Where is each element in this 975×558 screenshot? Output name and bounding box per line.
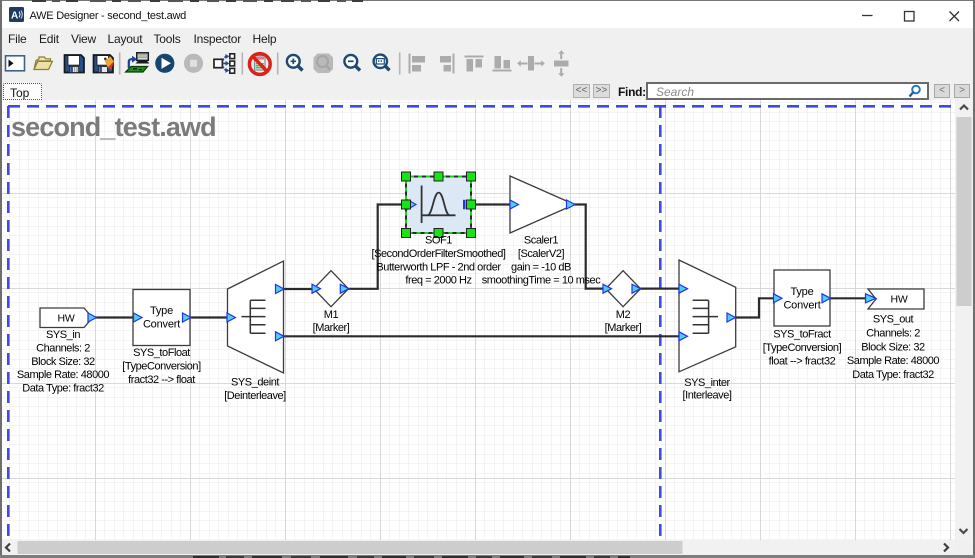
svg-text:gain = -10 dB: gain = -10 dB xyxy=(511,261,571,273)
svg-text:Scaler1: Scaler1 xyxy=(524,235,558,247)
svg-text:float --> fract32: float --> fract32 xyxy=(769,355,836,367)
svg-text:Convert: Convert xyxy=(143,319,180,331)
svg-text:freq = 2000 Hz: freq = 2000 Hz xyxy=(405,275,471,287)
svg-text:SYS_deint: SYS_deint xyxy=(231,377,279,389)
svg-text:SYS_toFloat: SYS_toFloat xyxy=(133,347,190,359)
svg-text:second_test.awd: second_test.awd xyxy=(11,112,216,142)
svg-text:[SecondOrderFilterSmoothed]: [SecondOrderFilterSmoothed] xyxy=(372,248,506,260)
svg-text:Convert: Convert xyxy=(783,300,820,312)
svg-text:SOF1: SOF1 xyxy=(425,235,452,247)
svg-text:SYS_toFract: SYS_toFract xyxy=(773,329,831,341)
svg-text:Sample Rate: 48000: Sample Rate: 48000 xyxy=(17,369,110,381)
svg-text:[Deinterleave]: [Deinterleave] xyxy=(224,390,286,402)
svg-text:Type: Type xyxy=(150,305,173,317)
svg-text:M2: M2 xyxy=(616,309,631,321)
svg-text:smoothingTime = 10 msec: smoothingTime = 10 msec xyxy=(482,275,601,287)
svg-text:[Marker]: [Marker] xyxy=(605,322,642,334)
svg-text:SYS_inter: SYS_inter xyxy=(684,377,730,389)
svg-text:[ScalerV2]: [ScalerV2] xyxy=(518,248,565,260)
svg-text:HW: HW xyxy=(890,294,907,306)
svg-text:SYS_in: SYS_in xyxy=(46,329,80,341)
svg-text:Block Size: 32: Block Size: 32 xyxy=(861,341,925,353)
svg-text:Data Type: fract32: Data Type: fract32 xyxy=(852,369,934,381)
svg-text:Block Size: 32: Block Size: 32 xyxy=(31,356,95,368)
svg-text:Channels: 2: Channels: 2 xyxy=(36,342,90,354)
svg-text:Butterworth LPF - 2nd order: Butterworth LPF - 2nd order xyxy=(376,261,501,273)
svg-text:HW: HW xyxy=(57,313,74,325)
svg-text:Data Type: fract32: Data Type: fract32 xyxy=(22,383,104,395)
svg-text:[TypeConversion]: [TypeConversion] xyxy=(763,342,842,354)
svg-text:[Interleave]: [Interleave] xyxy=(682,390,731,402)
svg-text:M1: M1 xyxy=(324,309,339,321)
svg-text:SYS_out: SYS_out xyxy=(873,314,914,326)
svg-text:Channels: 2: Channels: 2 xyxy=(866,327,920,339)
svg-text:[Marker]: [Marker] xyxy=(313,322,350,334)
svg-text:A: A xyxy=(11,11,18,22)
svg-text:Type: Type xyxy=(790,286,813,298)
svg-text:fract32 --> float: fract32 --> float xyxy=(128,374,195,386)
svg-text:Sample Rate: 48000: Sample Rate: 48000 xyxy=(847,355,940,367)
svg-text:[TypeConversion]: [TypeConversion] xyxy=(122,360,201,372)
